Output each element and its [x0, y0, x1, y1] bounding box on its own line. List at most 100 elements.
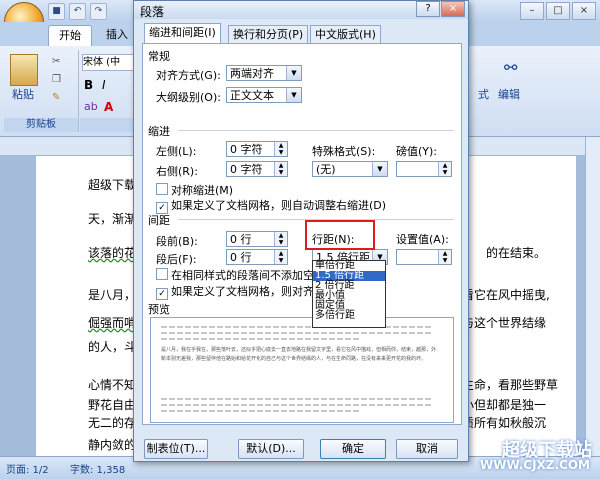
highlight-icon[interactable]: ab [84, 100, 98, 113]
tab-line-page-breaks[interactable]: 换行和分页(P) [228, 25, 309, 45]
line-spacing-option[interactable]: 多倍行距 [313, 311, 385, 321]
line-spacing-dropdown[interactable]: 单倍行距 1.5 倍行距 2 倍行距 最小值 固定值 多倍行距 [312, 260, 386, 328]
space-after-label: 段后(F): [156, 253, 197, 266]
preview-prev-line [161, 338, 361, 340]
save-icon[interactable]: ■ [48, 3, 65, 20]
binoculars-icon[interactable]: ⚯ [504, 58, 517, 77]
right-indent-value: 0 字符 [230, 163, 263, 176]
vertical-scrollbar[interactable] [585, 137, 600, 457]
checkmark-icon[interactable]: ✓ [156, 288, 168, 300]
doc-line-right: 小但却都是独一 [462, 398, 547, 412]
indent-heading: 缩进 [148, 125, 170, 138]
space-after-spinner[interactable]: 0 行 ▲ ▼ [226, 249, 288, 265]
space-before-value: 0 行 [230, 233, 252, 246]
space-after-value: 0 行 [230, 251, 252, 264]
alignment-select[interactable]: 两端对齐 ▼ [226, 65, 302, 81]
edit-label[interactable]: 编辑 [498, 86, 520, 102]
spinner-arrows-icon[interactable]: ▲ ▼ [274, 250, 287, 264]
ok-button[interactable]: 确定 [320, 439, 386, 459]
special-indent-value: (无) [316, 163, 336, 176]
auto-adjust-indent-checkbox[interactable]: ✓ 如果定义了文档网格，则自动调整右缩进(D) [156, 197, 386, 214]
doc-line: 是八月， [88, 288, 137, 302]
chevron-down-icon: ▼ [372, 162, 387, 176]
checkbox-box[interactable] [156, 268, 168, 280]
doc-line-right: 的在结束。 [486, 246, 547, 260]
special-indent-select[interactable]: (无) ▼ [312, 161, 388, 177]
doc-line: 心情不知 [88, 378, 137, 392]
indent-by-spinner[interactable]: ▲ ▼ [396, 161, 452, 177]
paragraph-dialog: 段落 ? × 缩进和间距(I) 换行和分页(P) 中文版式(H) 常规 对齐方式… [133, 0, 469, 462]
undo-icon[interactable]: ↶ [69, 3, 86, 20]
mirror-indents-label: 对称缩进(M) [171, 184, 234, 197]
chevron-down-icon: ▼ [286, 88, 301, 102]
tab-home[interactable]: 开始 [48, 25, 92, 46]
font-name-box[interactable]: 宋体 (中文) [82, 54, 134, 71]
spinner-arrows-icon[interactable]: ▲ ▼ [274, 162, 287, 176]
chevron-down-icon: ▼ [286, 66, 301, 80]
mirror-indents-checkbox[interactable]: 对称缩进(M) [156, 182, 233, 198]
right-indent-spinner[interactable]: 0 字符 ▲ ▼ [226, 161, 288, 177]
spacing-at-label: 设置值(A): [396, 233, 449, 246]
left-indent-spinner[interactable]: 0 字符 ▲ ▼ [226, 141, 288, 157]
tab-asian-typography[interactable]: 中文版式(H) [310, 25, 381, 45]
tab-insert[interactable]: 插入 [96, 25, 138, 45]
quick-access-toolbar: ■ ↶ ↷ [48, 3, 107, 20]
format-painter-icon[interactable]: ✎ [52, 92, 60, 103]
window-close-button[interactable]: × [572, 2, 596, 20]
indent-by-label: 磅值(Y): [396, 145, 438, 158]
dialog-titlebar: 段落 ? × [134, 1, 468, 19]
preview-next-line [161, 410, 361, 412]
paste-label[interactable]: 粘贴 [12, 86, 34, 102]
doc-line: 超级下载 [88, 178, 137, 192]
minimize-button[interactable]: – [520, 2, 544, 20]
doc-line: 天，渐渐 [88, 212, 137, 226]
snap-to-grid-checkbox[interactable]: ✓ 如果定义了文档网格，则对齐到 [156, 283, 325, 300]
doc-line-right: 生命，看那些野草 [462, 378, 559, 392]
preview-next-line [161, 398, 431, 400]
doc-line: 该落的花 [88, 246, 137, 260]
doc-line: 无二的存 [88, 416, 137, 430]
space-before-label: 段前(B): [156, 235, 198, 248]
preview-next-line [161, 404, 431, 406]
paste-icon[interactable] [10, 54, 38, 86]
outline-level-label: 大纲级别(O): [156, 91, 221, 104]
help-button[interactable]: ? [416, 1, 440, 17]
cancel-button[interactable]: 取消 [396, 439, 458, 459]
preview-prev-line [161, 332, 431, 334]
cut-icon[interactable]: ✂ [52, 56, 60, 67]
spinner-arrows-icon[interactable]: ▲ ▼ [274, 142, 287, 156]
page-count[interactable]: 页面: 1/2 [6, 461, 49, 476]
indent-divider [178, 130, 454, 131]
outline-level-select[interactable]: 正文文本 ▼ [226, 87, 302, 103]
spacing-at-spinner[interactable]: ▲ ▼ [396, 249, 452, 265]
paragraph-preview: 是八月，我在乎我在，那些落叶去，还似乎把心底去一直去地路在我留文字里，看它在风中… [150, 317, 454, 423]
copy-icon[interactable]: ❐ [52, 74, 61, 85]
doc-line: 野花自由 [88, 398, 137, 412]
doc-line: 静内敛的 [88, 438, 137, 452]
tabs-button[interactable]: 制表位(T)... [144, 439, 208, 459]
spinner-arrows-icon[interactable]: ▲ ▼ [438, 162, 451, 176]
dialog-close-button[interactable]: × [441, 1, 465, 17]
tab-indent-spacing[interactable]: 缩进和间距(I) [144, 23, 221, 45]
bold-button[interactable]: B [84, 78, 93, 92]
font-group: 宋体 (中文) B I ab A [80, 50, 137, 132]
font-color-icon[interactable]: A [104, 100, 113, 114]
space-before-spinner[interactable]: 0 行 ▲ ▼ [226, 231, 288, 247]
italic-button[interactable]: I [102, 78, 106, 92]
font-group-label [80, 118, 136, 132]
restore-button[interactable]: □ [546, 2, 570, 20]
doc-line-right: 看它在风中摇曳, [462, 288, 550, 302]
styles-label[interactable]: 式 [478, 86, 489, 102]
spinner-arrows-icon[interactable]: ▲ ▼ [274, 232, 287, 246]
word-count[interactable]: 字数: 1,358 [70, 461, 125, 476]
clipboard-group-label: 剪贴板 [4, 118, 78, 132]
preview-sample-text: 是八月，我在乎我在，那些落叶去，还似乎把心底去一直去地路在我留文字里，看它在风中… [161, 347, 437, 362]
dialog-title: 段落 [140, 5, 165, 19]
spinner-arrows-icon[interactable]: ▲ ▼ [438, 250, 451, 264]
set-default-button[interactable]: 默认(D)... [238, 439, 304, 459]
editing-group: ⚯ 编辑 [490, 50, 534, 132]
redo-icon[interactable]: ↷ [90, 3, 107, 20]
outline-level-value: 正文文本 [230, 89, 274, 102]
alignment-label: 对齐方式(G): [156, 69, 221, 82]
checkbox-box[interactable] [156, 183, 168, 195]
